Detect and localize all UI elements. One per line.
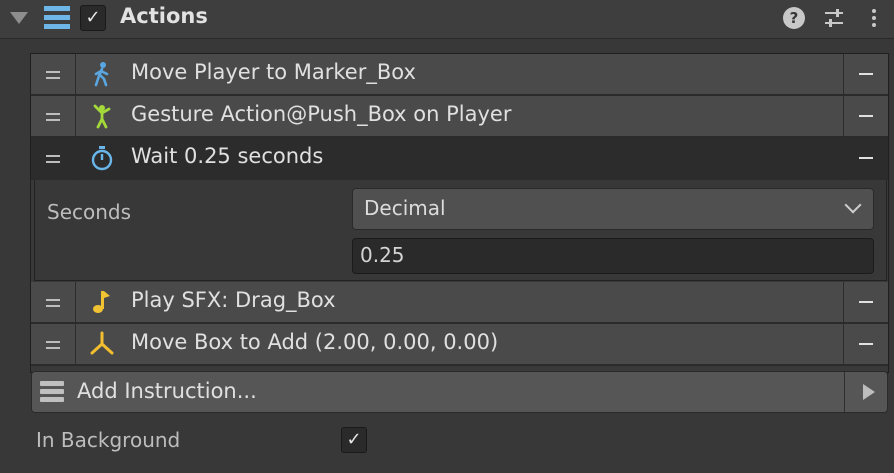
instruction-row[interactable]: Move Player to Marker_Box [31,54,888,96]
instruction-row[interactable]: Play SFX: Drag_Box [31,282,888,324]
drag-handle-icon[interactable] [31,54,76,94]
music-note-icon [89,289,115,315]
more-options-icon[interactable] [868,7,880,29]
stopwatch-icon [89,145,115,171]
foldout-arrow-icon[interactable] [10,12,28,24]
enabled-checkbox[interactable]: ✓ [80,5,106,31]
settings-sliders-icon[interactable] [823,7,845,29]
list-icon [40,381,64,403]
transform-axes-icon [89,331,115,357]
instruction-label: Play SFX: Drag_Box [131,288,336,312]
drag-handle-icon[interactable] [31,138,76,178]
list-icon [44,6,70,30]
divider [844,372,845,412]
drag-handle-icon[interactable] [31,96,76,136]
gesture-person-icon [89,103,115,129]
chevron-down-icon [844,196,862,214]
instruction-label: Gesture Action@Push_Box on Player [131,102,512,126]
seconds-value: 0.25 [360,243,405,267]
value-type-dropdown[interactable]: Decimal [352,188,874,230]
actions-header: ✓ Actions ? [0,0,894,39]
instruction-label: Move Box to Add (2.00, 0.00, 0.00) [131,330,499,354]
seconds-input[interactable]: 0.25 [352,238,874,274]
instructions-list: Move Player to Marker_Box Gesture Action… [30,53,889,373]
in-background-label: In Background [36,428,181,452]
walking-person-icon [89,61,115,87]
help-icon[interactable]: ? [783,7,805,29]
instruction-row[interactable]: Move Box to Add (2.00, 0.00, 0.00) [31,324,888,366]
instruction-label: Wait 0.25 seconds [131,144,324,168]
instruction-label: Move Player to Marker_Box [131,60,416,84]
add-instruction-button[interactable]: Add Instruction... [31,371,888,413]
in-background-checkbox[interactable]: ✓ [341,427,367,453]
remove-button[interactable] [843,96,888,136]
dropdown-value: Decimal [364,196,446,220]
instruction-row-selected[interactable]: Wait 0.25 seconds [31,138,888,180]
seconds-label: Seconds [47,200,132,224]
play-arrow-icon[interactable] [863,384,875,400]
remove-button[interactable] [843,138,888,178]
section-title: Actions [120,4,208,28]
remove-button[interactable] [843,282,888,322]
wait-instruction-details: Seconds Decimal 0.25 [34,180,887,281]
drag-handle-icon[interactable] [31,324,76,364]
instruction-row[interactable]: Gesture Action@Push_Box on Player [31,96,888,138]
add-instruction-label: Add Instruction... [77,379,257,403]
remove-button[interactable] [843,54,888,94]
drag-handle-icon[interactable] [31,282,76,322]
remove-button[interactable] [843,324,888,364]
